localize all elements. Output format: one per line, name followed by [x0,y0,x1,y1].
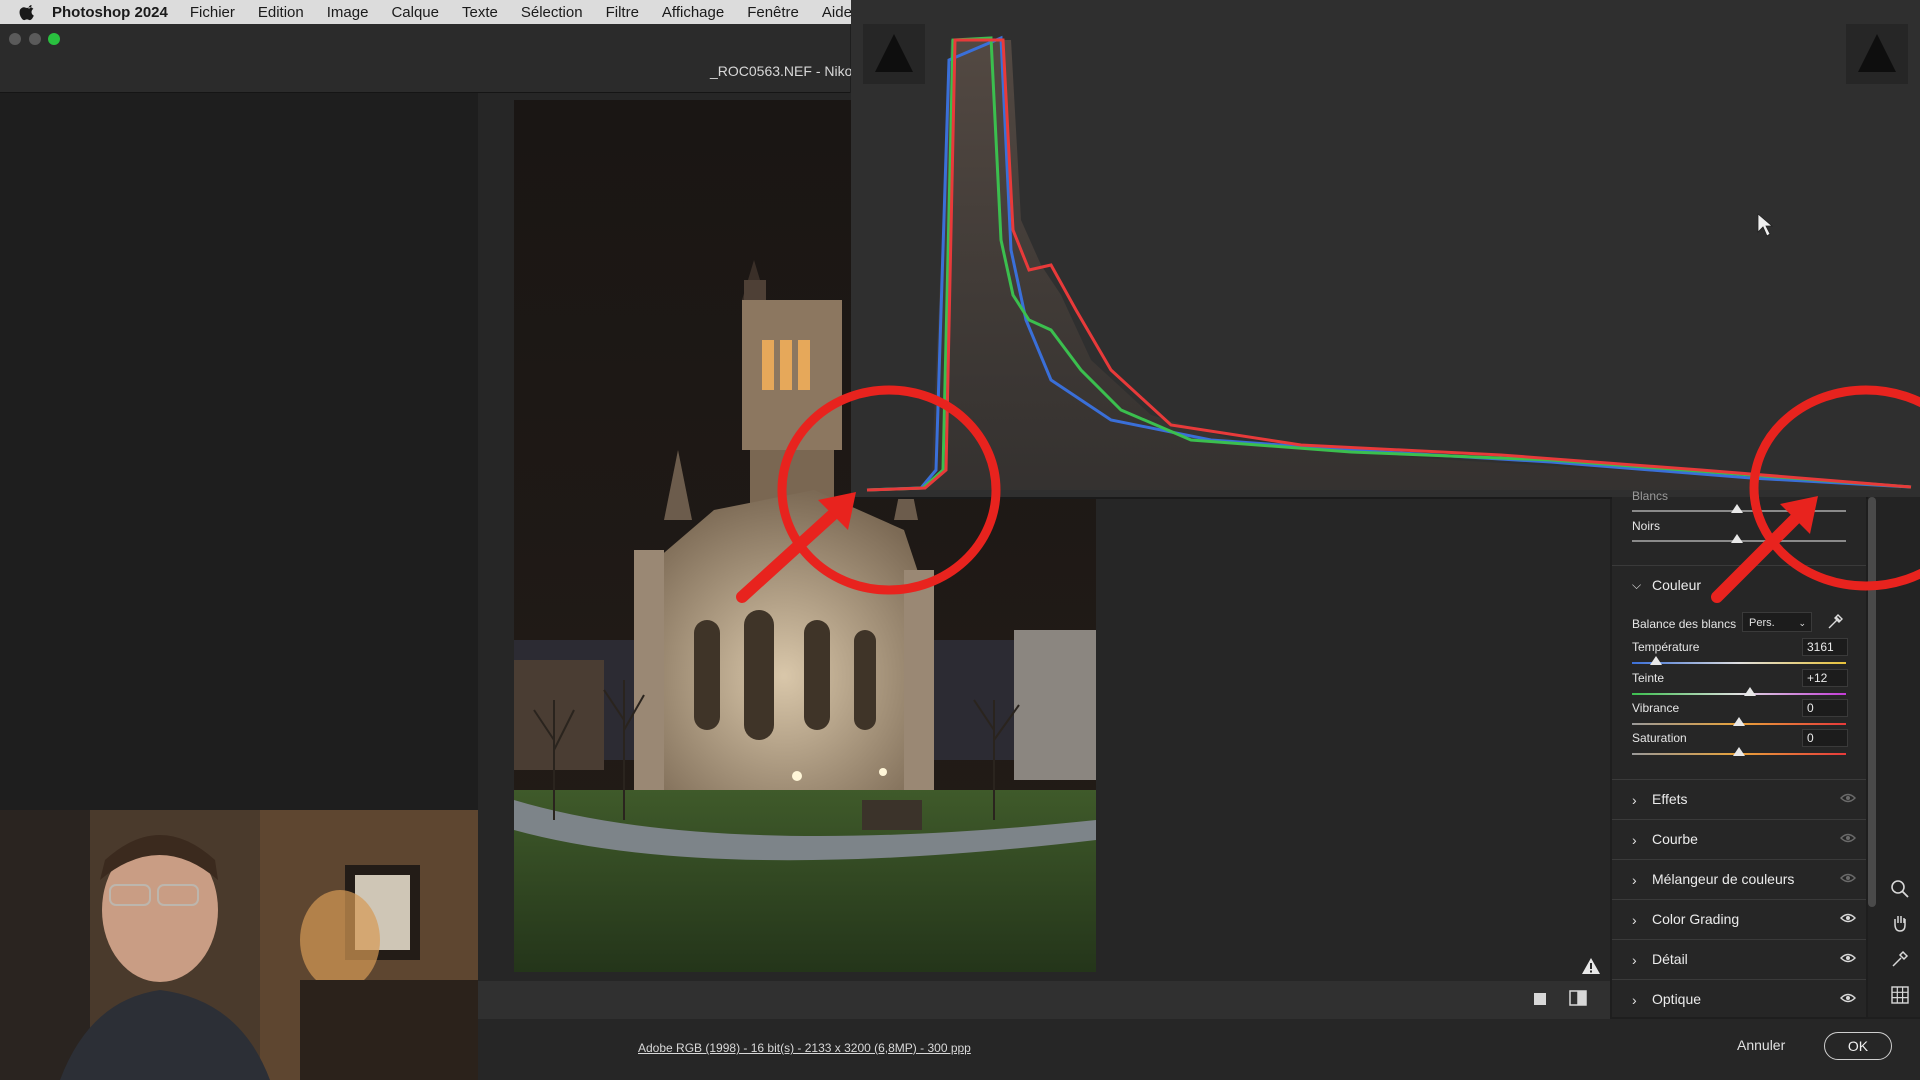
eye-icon[interactable] [1840,792,1856,804]
teinte-value-field[interactable]: +12 [1802,669,1848,687]
menu-calque[interactable]: Calque [391,4,439,21]
menu-aide[interactable]: Aide [822,4,852,21]
grid-icon[interactable] [1890,985,1910,1005]
before-after-icon[interactable] [1568,989,1588,1007]
section-color-grading[interactable]: › Color Grading [1612,899,1866,938]
menu-filtre[interactable]: Filtre [606,4,639,21]
teinte-slider-thumb[interactable] [1743,687,1756,696]
menu-fenetre[interactable]: Fenêtre [747,4,799,21]
window-title: _ROC0563.NEF - Niko [710,63,853,79]
webcam-overlay [0,810,478,1080]
ok-button[interactable]: OK [1824,1032,1892,1060]
window-titlebar: _ROC0563.NEF - Niko [0,24,853,93]
chevron-right-icon: › [1632,992,1637,1008]
section-optique[interactable]: › Optique [1612,979,1866,1018]
section-title: Effets [1652,791,1688,807]
saturation-value-field[interactable]: 0 [1802,729,1848,747]
section-title: Détail [1652,951,1688,967]
menu-affichage[interactable]: Affichage [662,4,724,21]
section-title: Color Grading [1652,911,1740,927]
section-title: Courbe [1652,831,1698,847]
temperature-value-field[interactable]: 3161 [1802,638,1848,656]
vibrance-label: Vibrance [1632,701,1680,715]
vibrance-slider-thumb[interactable] [1733,717,1745,726]
dialog-footer: Adobe RGB (1998) - 16 bit(s) - 2133 x 32… [478,1019,1920,1080]
section-detail[interactable]: › Détail [1612,939,1866,978]
menu-edition[interactable]: Edition [258,4,304,21]
left-empty-area [0,93,477,813]
menu-selection[interactable]: Sélection [521,4,583,21]
section-title: Mélangeur de couleurs [1652,871,1795,887]
preview-toolbar [478,958,1610,1019]
menu-texte[interactable]: Texte [462,4,498,21]
menu-image[interactable]: Image [327,4,369,21]
temperature-label: Température [1632,640,1700,654]
single-view-icon[interactable] [1532,991,1548,1007]
section-title: Optique [1652,991,1702,1007]
zoom-window-button[interactable] [48,33,60,45]
cancel-button[interactable]: Annuler [1737,1037,1785,1053]
warning-icon[interactable] [1581,957,1601,975]
wb-value: Pers. [1749,617,1775,629]
teinte-label: Teinte [1632,671,1665,685]
section-effets[interactable]: › Effets [1612,779,1866,818]
wb-label: Balance des blancs [1632,617,1737,631]
section-courbe[interactable]: › Courbe [1612,819,1866,858]
eye-icon[interactable] [1840,832,1856,844]
close-window-button[interactable] [9,33,21,45]
noirs-slider-thumb[interactable] [1731,534,1743,543]
chevron-right-icon: › [1632,832,1637,848]
workflow-options-link[interactable]: Adobe RGB (1998) - 16 bit(s) - 2133 x 32… [638,1041,971,1055]
saturation-label: Saturation [1632,731,1687,745]
eye-icon[interactable] [1840,912,1856,924]
teinte-slider-track[interactable] [1632,693,1846,695]
apple-icon[interactable] [18,2,38,22]
chevron-right-icon: › [1632,872,1637,888]
eye-icon[interactable] [1840,872,1856,884]
noirs-label: Noirs [1632,519,1661,533]
zoom-icon[interactable] [1890,879,1910,899]
temperature-slider-track[interactable] [1632,662,1846,664]
hand-icon[interactable] [1890,913,1910,933]
blancs-label: Blancs [1632,489,1669,503]
wb-dropdown[interactable]: Pers. ⌄ [1742,612,1812,632]
section-melangeur[interactable]: › Mélangeur de couleurs [1612,859,1866,898]
chevron-right-icon: › [1632,952,1637,968]
chevron-right-icon: › [1632,792,1637,808]
eye-icon[interactable] [1840,992,1856,1004]
couleur-title: Couleur [1652,577,1702,593]
chevron-down-icon: ⌵ [1632,578,1642,592]
chevron-right-icon: › [1632,912,1637,928]
panel-scrollbar[interactable] [1868,497,1876,907]
vibrance-value-field[interactable]: 0 [1802,699,1848,717]
chevron-down-icon: ⌄ [1798,618,1806,628]
menu-app-name[interactable]: Photoshop 2024 [52,4,168,21]
menu-fichier[interactable]: Fichier [190,4,235,21]
eye-icon[interactable] [1840,952,1856,964]
histogram-panel [851,0,1920,499]
right-tool-strip [1868,497,1920,1017]
eyedropper-icon[interactable] [1826,613,1844,631]
blancs-slider-thumb[interactable] [1731,504,1743,513]
adjustments-panel: Blancs Noirs ⌵ Couleur Balance des blanc… [1612,489,1866,1018]
temperature-slider-thumb[interactable] [1649,656,1662,665]
minimize-window-button[interactable] [29,33,41,45]
saturation-slider-thumb[interactable] [1733,747,1745,756]
color-sampler-icon[interactable] [1890,949,1910,969]
couleur-section-header[interactable]: ⌵ Couleur [1612,565,1866,604]
